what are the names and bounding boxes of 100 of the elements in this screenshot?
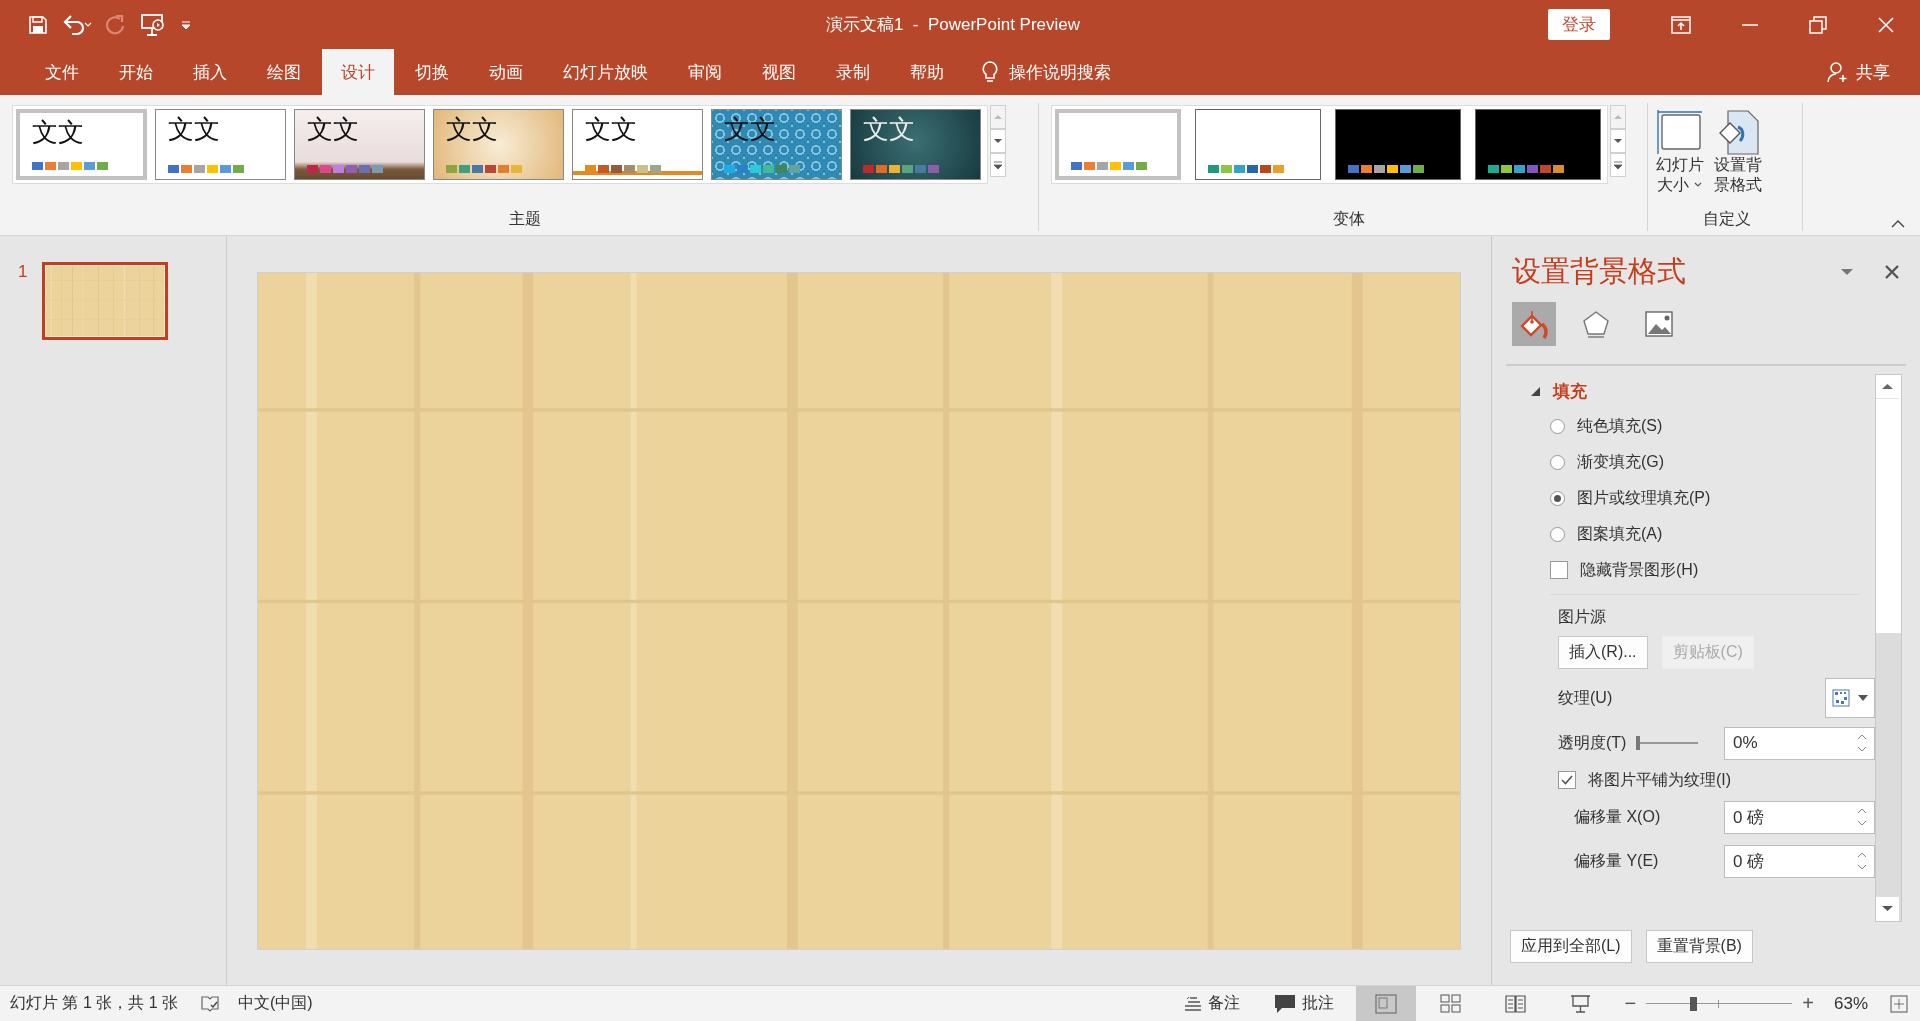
spinner-icon[interactable] <box>1856 806 1868 828</box>
option-label: 将图片平铺为纹理(I) <box>1588 769 1732 790</box>
slider-thumb[interactable] <box>1690 996 1697 1011</box>
comments-button[interactable]: 批注 <box>1301 993 1334 1014</box>
window-title: 演示文稿1 - PowerPoint Preview <box>824 14 1082 36</box>
ribbon-tab[interactable]: 设计 <box>322 49 394 95</box>
option-label: 图案填充(A) <box>1577 523 1663 544</box>
group-label: 变体 <box>1332 209 1366 229</box>
undo-icon[interactable] <box>62 13 92 36</box>
scroll-down-icon[interactable] <box>990 129 1006 153</box>
projector-icon <box>1569 992 1593 1015</box>
variant-thumbnail[interactable] <box>1335 109 1461 180</box>
lightbulb-icon[interactable] <box>981 60 999 84</box>
ribbon-tab[interactable]: 幻灯片放映 <box>544 49 667 95</box>
checkbox[interactable] <box>1558 771 1576 789</box>
zoom-level[interactable]: 63% <box>1833 993 1868 1014</box>
person-icon[interactable] <box>1826 61 1848 83</box>
option-label: 图片或纹理填充(P) <box>1577 487 1711 508</box>
presentation-icon[interactable] <box>140 12 166 37</box>
ribbon-tab[interactable]: 绘图 <box>248 49 320 95</box>
variant-thumbnail[interactable] <box>1475 109 1601 180</box>
slider-thumb[interactable] <box>1636 736 1641 750</box>
search-field[interactable]: 操作说明搜索 <box>1009 60 1111 84</box>
input-field[interactable]: 0 磅 <box>1724 844 1875 878</box>
option-label: 纯色填充(S) <box>1577 415 1663 436</box>
radio-button[interactable] <box>1550 490 1565 506</box>
footer-button[interactable]: 重置背景(B) <box>1645 930 1753 963</box>
grid-icon <box>1439 992 1463 1015</box>
radio-button[interactable] <box>1550 454 1565 470</box>
close-icon[interactable] <box>1884 264 1900 280</box>
theme-thumbnail[interactable]: 文文 <box>572 109 703 180</box>
collapse-icon[interactable] <box>1890 219 1906 229</box>
zoom-out-button[interactable]: − <box>1624 992 1637 1015</box>
theme-thumbnail[interactable]: 文文 <box>711 109 842 180</box>
fit-to-window-icon[interactable] <box>1890 994 1908 1013</box>
notes-button[interactable]: 备注 <box>1207 993 1240 1014</box>
fill-icon <box>1518 308 1550 340</box>
theme-thumbnail[interactable]: 文文 <box>433 109 564 180</box>
theme-thumbnail[interactable]: 文文 <box>850 109 981 180</box>
ribbon-tab[interactable]: 文件 <box>26 49 98 95</box>
theme-thumbnail[interactable]: 文文 <box>294 109 425 180</box>
input-field[interactable]: 0 磅 <box>1724 800 1875 834</box>
option-label: 隐藏背景图形(H) <box>1580 559 1699 580</box>
dropdown-icon[interactable] <box>1840 268 1854 276</box>
ribbon-tab[interactable]: 插入 <box>174 49 246 95</box>
slide-size-button[interactable]: 幻灯片 大小 <box>1652 105 1708 199</box>
texture-icon <box>1832 689 1850 707</box>
radio-button[interactable] <box>1550 526 1565 542</box>
ribbon-display-icon[interactable] <box>1671 15 1691 34</box>
ribbon-tab[interactable]: 切换 <box>396 49 468 95</box>
normal-view-icon <box>1374 992 1398 1015</box>
ribbon-tab[interactable]: 动画 <box>470 49 542 95</box>
book-icon <box>1504 992 1528 1015</box>
notes-icon <box>1183 995 1202 1012</box>
variant-thumbnail[interactable] <box>1195 109 1321 180</box>
texture-picker[interactable] <box>1825 678 1875 718</box>
spinner-icon[interactable] <box>1856 850 1868 872</box>
sign-in-button[interactable]: 登录 <box>1548 9 1610 40</box>
ribbon-tab[interactable]: 录制 <box>817 49 889 95</box>
field-label: 偏移量 X(O) <box>1574 806 1661 827</box>
pane-tab[interactable] <box>1512 302 1556 346</box>
radio-button[interactable] <box>1550 418 1565 434</box>
insert-button[interactable]: 插入(R)... <box>1558 636 1648 669</box>
ribbon-tab[interactable]: 视图 <box>743 49 815 95</box>
option-label: 渐变填充(G) <box>1577 451 1665 472</box>
language-indicator[interactable]: 中文(中国) <box>238 993 313 1014</box>
checkbox[interactable] <box>1550 561 1568 579</box>
transparency-slider[interactable] <box>1636 736 1699 750</box>
spinner-icon[interactable] <box>1856 732 1868 754</box>
footer-button[interactable]: 应用到全部(L) <box>1510 930 1632 963</box>
expanded-icon[interactable] <box>1530 385 1541 397</box>
slide-counter: 幻灯片 第 1 张，共 1 张 <box>10 993 179 1013</box>
slide-number: 1 <box>18 262 28 282</box>
scroll-down-icon[interactable] <box>1610 129 1626 153</box>
format-background-button[interactable]: 设置背 景格式 <box>1710 105 1766 199</box>
theme-thumbnail[interactable]: 文文 <box>155 109 286 180</box>
caret-icon[interactable] <box>180 18 192 31</box>
spellcheck-icon[interactable] <box>200 994 221 1013</box>
restore-icon[interactable] <box>1809 15 1827 34</box>
ribbon-tab[interactable]: 帮助 <box>891 49 963 95</box>
comment-icon <box>1273 993 1296 1014</box>
more-icon[interactable] <box>1610 153 1626 177</box>
scrollbar[interactable] <box>1875 374 1902 922</box>
section-header[interactable]: 填充 <box>1553 379 1587 403</box>
pentagon-icon <box>1580 308 1612 340</box>
theme-thumbnail[interactable]: 文文 <box>16 109 147 180</box>
more-icon[interactable] <box>990 153 1006 177</box>
ribbon-tab[interactable]: 审阅 <box>669 49 741 95</box>
field-label: 纹理(U) <box>1558 687 1613 708</box>
input-field[interactable]: 0% <box>1724 726 1875 760</box>
scroll-down-icon[interactable] <box>1876 897 1899 921</box>
group-label: 主题 <box>508 209 542 229</box>
share-button[interactable]: 共享 <box>1856 60 1890 84</box>
variant-thumbnail[interactable] <box>1055 109 1181 180</box>
zoom-in-button[interactable]: + <box>1802 992 1814 1015</box>
group-label: 自定义 <box>1702 209 1752 229</box>
save-icon[interactable] <box>28 14 48 35</box>
slide-size-icon <box>1656 109 1704 155</box>
ribbon-tab[interactable]: 开始 <box>100 49 172 95</box>
zoom-slider[interactable] <box>1646 996 1793 1011</box>
